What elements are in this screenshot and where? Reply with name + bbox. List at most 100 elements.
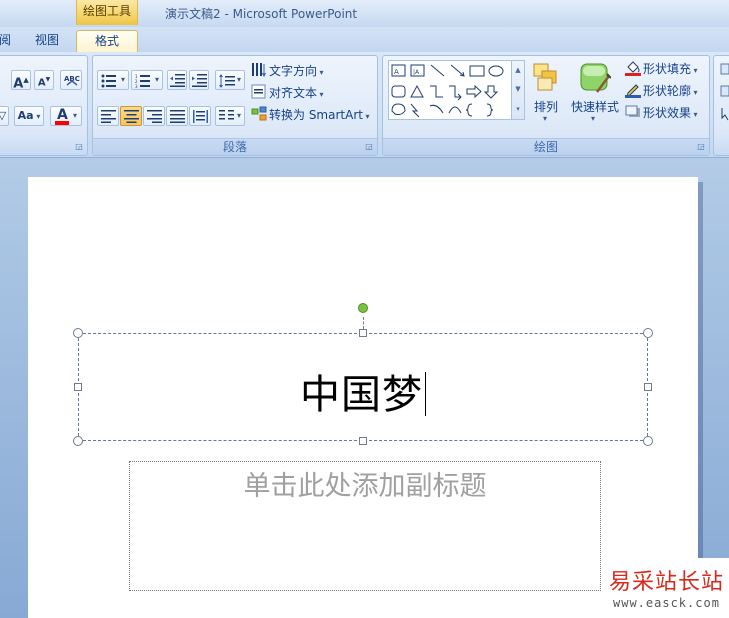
rotate-connector <box>363 317 364 329</box>
text-direction-label: 文字方向 <box>269 64 318 78</box>
increase-indent-icon <box>192 74 207 87</box>
arrange-label: 排列 <box>534 100 559 114</box>
shape-outline-button[interactable]: 形状轮廓 ▾ <box>643 82 698 99</box>
smartart-icon <box>251 106 267 121</box>
bullets-icon <box>101 74 116 88</box>
watermark-name: 易采站长站 <box>609 570 725 595</box>
shape-effects-button[interactable]: 形状效果 ▾ <box>643 104 698 121</box>
shapes-gallery-icons: A |A <box>391 64 504 118</box>
shape-outline-label: 形状轮廓 <box>643 84 692 98</box>
align-right-icon <box>147 110 162 123</box>
scroll-down-icon[interactable]: ▼ <box>512 80 524 99</box>
resize-handle-top-right[interactable] <box>643 328 653 338</box>
change-case-icon: Aa <box>17 109 34 122</box>
paragraph-group-label: 段落 <box>93 138 377 155</box>
drawing-dialog-launcher[interactable]: ◲ <box>696 142 706 152</box>
decrease-indent-icon <box>170 74 185 87</box>
quick-styles-label: 快速样式 <box>571 100 620 114</box>
quick-styles-icon <box>580 63 611 93</box>
font-group: A▲ A▼ ABC ▽ Aa ▾ A ▾ ◲ <box>0 55 88 156</box>
paragraph-group: ▾ 1 2 3 ▾ ▾ 文字方向 ▾ 对齐文本 ▾ ▾ 转换为 SmartArt… <box>92 55 378 156</box>
paragraph-dialog-launcher[interactable]: ◲ <box>364 142 374 152</box>
text-direction-button[interactable]: 文字方向 ▾ <box>269 62 324 79</box>
shapes-gallery[interactable]: A |A <box>388 60 518 120</box>
tab-format[interactable]: 格式 <box>76 30 138 52</box>
svg-text:|A: |A <box>413 69 420 76</box>
align-text-button[interactable]: 对齐文本 ▾ <box>269 84 324 101</box>
clear-formatting-button[interactable]: ABC <box>60 70 82 90</box>
increase-indent-button[interactable] <box>189 70 209 90</box>
slide-canvas[interactable]: 中国梦 单击此处添加副标题 <box>28 177 698 618</box>
justify-button[interactable] <box>166 106 188 126</box>
resize-handle-top[interactable] <box>359 329 367 337</box>
scroll-up-icon[interactable]: ▲ <box>512 61 524 80</box>
shape-fill-label: 形状填充 <box>643 62 692 76</box>
shape-fill-button[interactable]: 形状填充 ▾ <box>643 60 698 77</box>
window-title: 演示文稿2 - Microsoft PowerPoint <box>165 7 358 21</box>
svg-text:3: 3 <box>135 84 138 88</box>
drawing-group-label: 绘图 <box>383 138 709 155</box>
gallery-more-icon[interactable]: ▾ <box>512 99 524 119</box>
align-left-icon <box>101 110 116 123</box>
arrange-group-partial <box>713 55 729 156</box>
rotate-handle[interactable] <box>358 303 368 313</box>
ribbon: A▲ A▼ ABC ▽ Aa ▾ A ▾ ◲ <box>0 52 729 158</box>
grow-font-button[interactable]: A▲ <box>11 70 31 92</box>
shrink-font-icon: A <box>37 77 46 89</box>
watermark-url: www.easck.com <box>613 596 720 610</box>
quick-styles-button[interactable]: 快速样式 ▾ <box>569 58 621 130</box>
partial-arrange-icons <box>720 63 729 121</box>
resize-handle-bottom[interactable] <box>359 437 367 445</box>
align-right-button[interactable] <box>143 106 165 126</box>
shape-effects-icon <box>625 105 640 117</box>
arrange-button[interactable]: 排列 ▾ <box>529 58 563 130</box>
font-color-swatch <box>55 121 69 125</box>
change-case-button[interactable]: Aa ▾ <box>14 106 44 126</box>
partial-button[interactable]: ▽ <box>0 106 9 126</box>
resize-handle-bottom-right[interactable] <box>643 436 653 446</box>
tab-view[interactable]: 视图 <box>25 30 69 52</box>
align-left-button[interactable] <box>97 106 119 126</box>
numbering-icon: 1 2 3 <box>135 74 150 88</box>
title-placeholder[interactable]: 中国梦 <box>78 333 648 441</box>
grow-font-icon: A <box>13 76 24 92</box>
convert-smartart-label: 转换为 SmartArt <box>269 108 363 122</box>
watermark: 易采站长站 www.easck.com <box>605 558 729 618</box>
align-center-button[interactable] <box>120 106 142 126</box>
resize-handle-right[interactable] <box>644 383 652 391</box>
columns-icon <box>219 110 234 120</box>
slide-title-text: 中国梦 <box>300 372 423 418</box>
title-bar: 绘图工具 演示文稿2 - Microsoft PowerPoint <box>0 0 729 27</box>
numbering-button[interactable]: 1 2 3 ▾ <box>131 70 163 90</box>
align-text-label: 对齐文本 <box>269 86 318 100</box>
pencil-icon <box>625 84 641 98</box>
partial-icon: ▽ <box>0 109 6 122</box>
subtitle-placeholder[interactable]: 单击此处添加副标题 <box>129 461 601 591</box>
tab-review[interactable]: 阅 <box>0 30 12 52</box>
bullets-button[interactable]: ▾ <box>97 70 129 90</box>
subtitle-placeholder-text: 单击此处添加副标题 <box>243 471 487 502</box>
distribute-button[interactable] <box>189 106 211 126</box>
line-spacing-button[interactable]: ▾ <box>215 70 245 90</box>
font-color-button[interactable]: A ▾ <box>50 106 82 126</box>
drawing-group: A |A ▲ ▼ ▾ 排列 ▾ 快速样式 ▾ 形状填充 ▾ 形状轮廓 ▾ 形状效… <box>382 55 710 156</box>
paint-bucket-icon <box>625 61 641 76</box>
resize-handle-bottom-left[interactable] <box>73 436 83 446</box>
resize-handle-left[interactable] <box>74 383 82 391</box>
clear-formatting-icon: ABC <box>64 75 80 86</box>
font-dialog-launcher[interactable]: ◲ <box>74 142 84 152</box>
columns-button[interactable]: ▾ <box>215 106 245 126</box>
svg-text:A: A <box>394 68 399 76</box>
text-direction-icon <box>252 63 266 78</box>
line-spacing-icon <box>219 74 235 88</box>
drawing-tools-context-header: 绘图工具 <box>76 0 138 25</box>
text-cursor <box>425 372 426 416</box>
slide-title[interactable]: 中国梦 <box>79 362 647 420</box>
arrange-icon <box>533 63 557 91</box>
distribute-icon <box>193 110 208 123</box>
shrink-font-button[interactable]: A▼ <box>34 70 54 90</box>
shapes-gallery-scroll[interactable]: ▲ ▼ ▾ <box>511 60 525 120</box>
decrease-indent-button[interactable] <box>167 70 187 90</box>
resize-handle-top-left[interactable] <box>73 328 83 338</box>
convert-smartart-button[interactable]: 转换为 SmartArt ▾ <box>269 106 370 123</box>
